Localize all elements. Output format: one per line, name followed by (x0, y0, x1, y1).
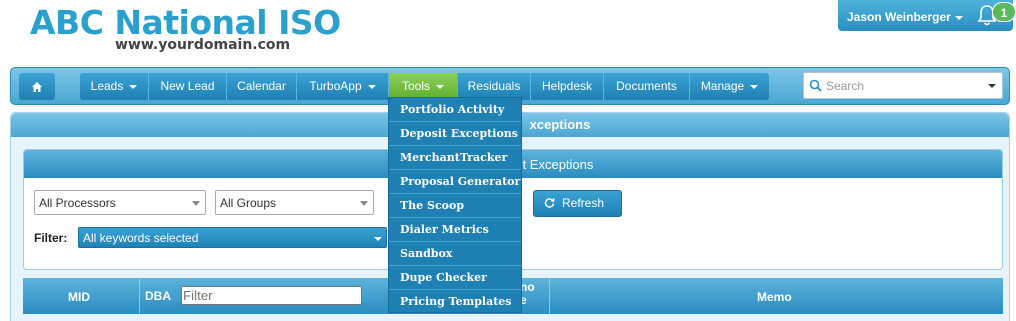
search-icon (809, 79, 822, 92)
nav-residuals-label: Residuals (467, 79, 521, 93)
nav-helpdesk-label: Helpdesk (541, 79, 593, 93)
menu-item-portfolio-activity[interactable]: Portfolio Activity (389, 98, 521, 122)
dba-filter-input[interactable] (181, 286, 362, 305)
menu-item-deposit-exceptions[interactable]: Deposit Exceptions (389, 122, 521, 146)
nav-turboapp[interactable]: TurboApp (297, 73, 389, 100)
processor-select-value: All Processors (39, 196, 116, 210)
home-button[interactable] (19, 73, 55, 100)
group-select[interactable]: All Groups (215, 190, 374, 215)
nav-calendar-label: Calendar (237, 79, 286, 93)
search-input[interactable] (826, 76, 976, 95)
keyword-filter-select[interactable]: All keywords selected (78, 227, 387, 248)
nav-residuals[interactable]: Residuals (458, 73, 531, 100)
chevron-down-icon (192, 201, 200, 206)
menu-item-the-scoop[interactable]: The Scoop (389, 194, 521, 218)
chevron-down-icon (954, 15, 963, 20)
nav-leads-label: Leads (90, 79, 124, 93)
nav-tools[interactable]: Tools (389, 73, 458, 100)
column-memo[interactable]: Memo (550, 278, 1003, 314)
nav-documents-label: Documents (616, 79, 677, 93)
brand-subtitle: www.yourdomain.com (115, 37, 291, 53)
nav-new-lead-label: New Lead (160, 79, 215, 93)
nav-new-lead[interactable]: New Lead (149, 73, 227, 100)
search-box[interactable] (803, 72, 1003, 99)
notification-badge[interactable]: 1 (992, 2, 1016, 22)
menu-item-dupe-checker[interactable]: Dupe Checker (389, 266, 521, 290)
chevron-down-icon (750, 84, 759, 89)
nav-helpdesk[interactable]: Helpdesk (531, 73, 604, 100)
tools-dropdown-menu: Portfolio Activity Deposit Exceptions Me… (388, 97, 522, 313)
menu-item-merchanttracker[interactable]: MerchantTracker (389, 146, 521, 170)
nav-calendar[interactable]: Calendar (227, 73, 297, 100)
chevron-down-icon (374, 237, 382, 241)
filter-label: Filter: (34, 231, 68, 245)
chevron-down-icon (360, 201, 368, 206)
nav-manage-label: Manage (700, 79, 745, 93)
column-mid-label: MID (68, 290, 90, 304)
column-partial-label: no e (520, 280, 535, 307)
nav-documents[interactable]: Documents (604, 73, 690, 100)
nav-leads[interactable]: Leads (80, 73, 149, 100)
refresh-label: Refresh (562, 196, 605, 210)
menu-item-pricing-templates[interactable]: Pricing Templates (389, 290, 521, 314)
column-mid[interactable]: MID (23, 278, 140, 314)
user-menu[interactable]: Jason Weinberger 1 (838, 0, 1016, 31)
refresh-icon (544, 198, 555, 208)
home-icon (32, 82, 42, 92)
refresh-button[interactable]: Refresh (533, 190, 622, 217)
nav-tools-label: Tools (401, 79, 430, 93)
chevron-down-icon[interactable] (988, 84, 996, 88)
chevron-down-icon (129, 84, 138, 89)
keyword-filter-value: All keywords selected (83, 231, 199, 245)
nav-manage[interactable]: Manage (690, 73, 769, 100)
column-memo-label: Memo (757, 290, 792, 304)
menu-item-dialer-metrics[interactable]: Dialer Metrics (389, 218, 521, 242)
nav-turboapp-label: TurboApp (309, 79, 362, 93)
user-name[interactable]: Jason Weinberger (847, 10, 951, 24)
menu-item-sandbox[interactable]: Sandbox (389, 242, 521, 266)
chevron-down-icon (436, 84, 444, 89)
processor-select[interactable]: All Processors (34, 190, 206, 215)
menu-item-proposal-generator[interactable]: Proposal Generator (389, 170, 521, 194)
group-select-value: All Groups (220, 196, 277, 210)
chevron-down-icon (367, 84, 376, 89)
column-dba-label: DBA (145, 289, 171, 303)
